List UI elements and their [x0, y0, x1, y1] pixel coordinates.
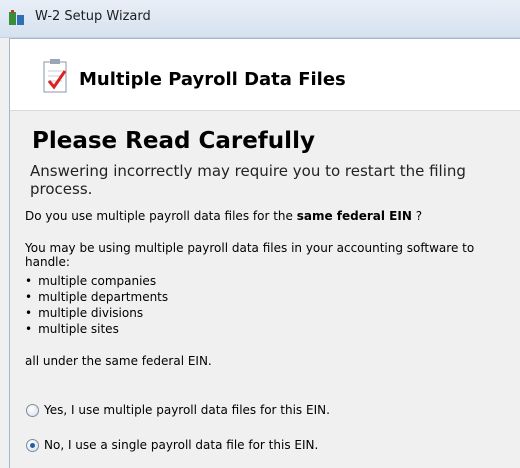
- checklist-icon: [43, 59, 67, 93]
- app-icon: [9, 10, 24, 25]
- page-title: Multiple Payroll Data Files: [79, 69, 346, 90]
- radio-button-selected[interactable]: [26, 438, 39, 452]
- option-no-label: No, I use a single payroll data file for…: [44, 438, 319, 452]
- subheading: Answering incorrectly may require you to…: [30, 162, 466, 198]
- window-title: W-2 Setup Wizard: [35, 9, 151, 24]
- list-item: multiple companies: [25, 273, 168, 289]
- tail-text: all under the same federal EIN.: [25, 354, 212, 368]
- list-item: multiple sites: [25, 321, 168, 337]
- list-item: multiple divisions: [25, 305, 168, 321]
- main-heading: Please Read Carefully: [32, 128, 315, 154]
- option-yes-label: Yes, I use multiple payroll data files f…: [44, 403, 330, 417]
- title-bar: W-2 Setup Wizard: [0, 0, 520, 38]
- question-bold: same federal EIN: [296, 209, 412, 223]
- wizard-header: Multiple Payroll Data Files: [10, 39, 520, 111]
- wizard-client-area: Multiple Payroll Data Files Please Read …: [9, 38, 520, 468]
- question-text: Do you use multiple payroll data files f…: [25, 209, 423, 223]
- bullet-list: multiple companies multiple departments …: [25, 273, 168, 337]
- option-no-radio[interactable]: No, I use a single payroll data file for…: [26, 438, 318, 452]
- explanation-text: You may be using multiple payroll data f…: [25, 241, 475, 269]
- option-yes-radio[interactable]: Yes, I use multiple payroll data files f…: [26, 403, 330, 417]
- radio-button[interactable]: [26, 403, 39, 417]
- list-item: multiple departments: [25, 289, 168, 305]
